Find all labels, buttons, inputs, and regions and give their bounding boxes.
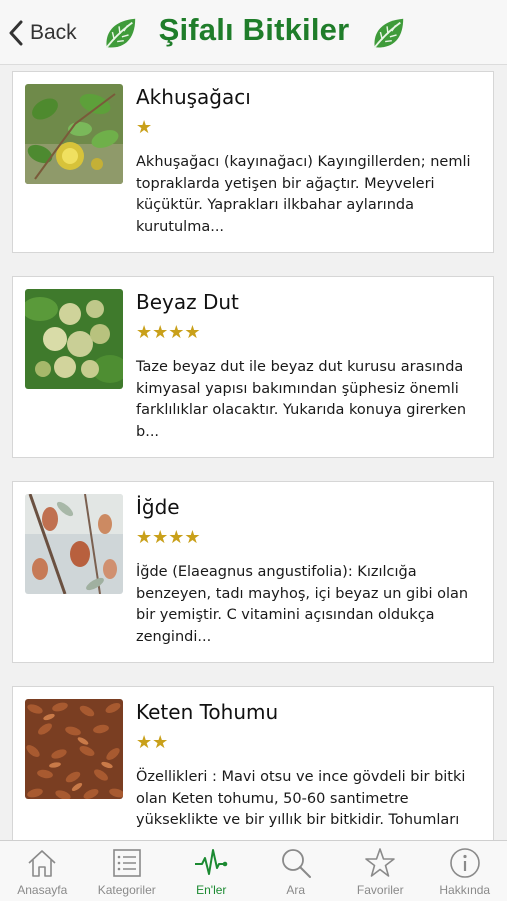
plant-name: Akhuşağacı bbox=[136, 85, 251, 109]
plant-card[interactable]: Beyaz Dut ★★★★ Taze beyaz dut ile beyaz … bbox=[12, 276, 494, 458]
page-title: Şifalı Bitkiler bbox=[148, 12, 360, 48]
plant-card[interactable]: Keten Tohumu ★★ Özellikleri : Mavi otsu … bbox=[12, 686, 494, 840]
tab-favoriler[interactable]: Favoriler bbox=[338, 841, 423, 901]
tab-ara[interactable]: Ara bbox=[254, 841, 339, 901]
leaf-logo-icon bbox=[101, 15, 139, 53]
tab-anasayfa[interactable]: Anasayfa bbox=[0, 841, 85, 901]
plant-card[interactable]: Akhuşağacı ★ Akhuşağacı (kayınağacı) Kay… bbox=[12, 71, 494, 253]
tab-enler[interactable]: En'ler bbox=[169, 841, 254, 901]
tab-label: Kategoriler bbox=[98, 883, 156, 897]
plant-description: Akhuşağacı (kayınağacı) Kayıngillerden; … bbox=[136, 152, 486, 238]
rating-stars: ★★★★ bbox=[136, 322, 201, 343]
back-button[interactable]: Back bbox=[8, 18, 77, 48]
plant-name: İğde bbox=[136, 495, 180, 519]
plant-name: Keten Tohumu bbox=[136, 700, 278, 724]
rating-stars: ★ bbox=[136, 117, 152, 138]
list-icon bbox=[110, 846, 144, 880]
info-icon bbox=[448, 846, 482, 880]
pulse-icon bbox=[194, 846, 228, 880]
tab-bar: Anasayfa Kategoriler En'ler Ara Favorile… bbox=[0, 840, 507, 901]
plant-card[interactable]: İğde ★★★★ İğde (Elaeagnus angustifolia):… bbox=[12, 481, 494, 663]
tab-label: Favoriler bbox=[357, 883, 404, 897]
plant-thumbnail bbox=[25, 699, 123, 799]
plant-description: Özellikleri : Mavi otsu ve ince gövdeli … bbox=[136, 767, 486, 832]
tab-label: Ara bbox=[286, 883, 305, 897]
plant-thumbnail bbox=[25, 494, 123, 594]
plant-list[interactable]: Akhuşağacı ★ Akhuşağacı (kayınağacı) Kay… bbox=[0, 65, 507, 840]
tab-hakkinda[interactable]: Hakkında bbox=[423, 841, 507, 901]
plant-thumbnail bbox=[25, 289, 123, 389]
rating-stars: ★★★★ bbox=[136, 527, 201, 548]
home-icon bbox=[25, 846, 59, 880]
tab-kategoriler[interactable]: Kategoriler bbox=[85, 841, 170, 901]
tab-label: En'ler bbox=[196, 883, 226, 897]
leaf-logo-icon bbox=[369, 15, 407, 53]
navigation-bar: Back Şifalı Bitkiler bbox=[0, 0, 507, 65]
plant-thumbnail bbox=[25, 84, 123, 184]
plant-name: Beyaz Dut bbox=[136, 290, 239, 314]
star-icon bbox=[363, 846, 397, 880]
chevron-left-icon bbox=[8, 20, 24, 46]
tab-label: Anasayfa bbox=[17, 883, 67, 897]
plant-description: İğde (Elaeagnus angustifolia): Kızılcığa… bbox=[136, 562, 486, 648]
back-label: Back bbox=[30, 21, 77, 45]
rating-stars: ★★ bbox=[136, 732, 168, 753]
tab-label: Hakkında bbox=[439, 883, 490, 897]
search-icon bbox=[279, 846, 313, 880]
plant-description: Taze beyaz dut ile beyaz dut kurusu aras… bbox=[136, 357, 486, 443]
